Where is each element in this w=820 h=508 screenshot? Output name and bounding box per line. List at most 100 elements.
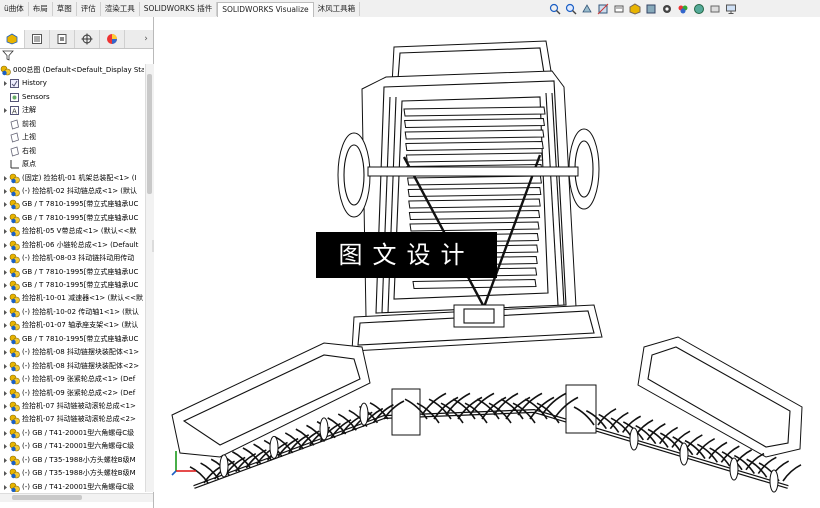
expand-arrow-icon[interactable] xyxy=(2,198,8,211)
display-manager-icon[interactable] xyxy=(100,30,125,48)
part-icon xyxy=(9,468,20,479)
configuration-manager-icon[interactable] xyxy=(50,30,75,48)
expand-arrow-icon[interactable] xyxy=(2,346,8,359)
expand-arrow-icon[interactable] xyxy=(2,454,8,467)
hide-show-icon[interactable] xyxy=(660,2,673,15)
expand-arrow-icon[interactable] xyxy=(2,172,8,185)
tab-2[interactable]: 草图 xyxy=(53,2,77,16)
tree-item-label: 捡拾机-05 V带总成<1> (默认<<默 xyxy=(22,227,137,236)
tab-6[interactable]: SOLIDWORKS Visualize xyxy=(217,2,314,17)
tab-4[interactable]: 渲染工具 xyxy=(101,2,140,16)
tree-item[interactable]: 捡拾机-10-01 减速器<1> (默认<<默 xyxy=(0,292,144,305)
tree-item[interactable]: Sensors xyxy=(0,91,144,104)
tree-item[interactable]: 000总图 (Default<Default_Display Sta xyxy=(0,64,144,77)
expand-arrow-icon[interactable] xyxy=(2,306,8,319)
assembly-icon xyxy=(9,280,20,291)
tree-item[interactable]: 前视 xyxy=(0,118,144,131)
filter-icon[interactable] xyxy=(2,50,14,61)
expand-arrow-icon[interactable] xyxy=(2,279,8,292)
expand-arrow-icon[interactable] xyxy=(2,212,8,225)
tree-item[interactable]: (-) GB / T41-20001型六角螺母C级 xyxy=(0,427,144,440)
part-icon xyxy=(9,441,20,452)
expand-arrow-icon[interactable] xyxy=(2,77,8,90)
expand-arrow-icon[interactable] xyxy=(2,239,8,252)
tree-item[interactable]: (-) GB / T41-20001型六角螺母C级 xyxy=(0,481,144,492)
expand-arrow-icon[interactable] xyxy=(2,467,8,480)
tree-item[interactable]: (固定) 捡拾机-01 机架总装配<1> (I xyxy=(0,172,144,185)
tree-item[interactable]: (-) GB / T35-1988小方头螺栓B级M xyxy=(0,454,144,467)
section-view-icon[interactable] xyxy=(596,2,609,15)
feature-manager-panel: › 000总图 (Default<Default_Display Sta Hist… xyxy=(0,17,154,508)
plane-icon xyxy=(9,132,20,143)
tree-item[interactable]: 捡拾机-05 V带总成<1> (默认<<默 xyxy=(0,225,144,238)
tree-item[interactable]: (-) 捡拾机-09 张紧轮总成<1> (Def xyxy=(0,373,144,386)
tree-item[interactable]: 捡拾机-07 抖动链被动滚轮总成<2> xyxy=(0,413,144,426)
dimxpert-icon[interactable] xyxy=(75,30,100,48)
tree-item[interactable]: (-) 捡拾机-08-03 抖动链抖动用传动 xyxy=(0,252,144,265)
scroll-thumb[interactable] xyxy=(12,495,82,500)
tree-item[interactable]: 捡拾机-06 小链轮总成<1> (Default xyxy=(0,239,144,252)
tree-item[interactable]: GB / T 7810-1995[带立式座轴承UC xyxy=(0,279,144,292)
tab-3[interactable]: 评估 xyxy=(77,2,101,16)
command-tabs: ü曲体 布局 草图 评估 渲染工具 SOLIDWORKS 插件 SOLIDWORKS Vis… xyxy=(0,2,361,17)
tree-item[interactable]: (-) 捡拾机-08 抖动链摆块装配体<2> xyxy=(0,360,144,373)
tree-item[interactable]: GB / T 7810-1995[带立式座轴承UC xyxy=(0,212,144,225)
tree-item[interactable]: A 注解 xyxy=(0,104,144,117)
expand-arrow-icon[interactable] xyxy=(2,360,8,373)
scroll-thumb[interactable] xyxy=(147,74,152,194)
expand-arrow-icon[interactable] xyxy=(2,225,8,238)
previous-view-icon[interactable] xyxy=(580,2,593,15)
view-settings-icon[interactable] xyxy=(708,2,721,15)
tree-item[interactable]: History xyxy=(0,77,144,90)
tree-item[interactable]: (-) 捡拾机-02 抖动链总成<1> (默认 xyxy=(0,185,144,198)
expand-arrow-icon[interactable] xyxy=(2,400,8,413)
tree-item[interactable]: GB / T 7810-1995[带立式座轴承UC xyxy=(0,198,144,211)
expand-arrow-icon[interactable] xyxy=(2,185,8,198)
expand-arrow-icon[interactable] xyxy=(2,266,8,279)
tree-item[interactable]: (-) 捡拾机-09 张紧轮总成<2> (Def xyxy=(0,387,144,400)
expand-arrow-icon[interactable] xyxy=(2,104,8,117)
scene-icon[interactable] xyxy=(692,2,705,15)
view-orientation-icon[interactable] xyxy=(628,2,641,15)
zoom-area-icon[interactable] xyxy=(564,2,577,15)
tree-item[interactable]: 捡拾机-01-07 轴承座支架<1> (默认 xyxy=(0,319,144,332)
dynamic-annotation-icon[interactable] xyxy=(612,2,625,15)
tab-1[interactable]: 布局 xyxy=(29,2,53,16)
chevron-right-icon[interactable]: › xyxy=(139,30,153,48)
expand-arrow-icon[interactable] xyxy=(2,440,8,453)
tree-item[interactable]: 上视 xyxy=(0,131,144,144)
tree-item[interactable]: GB / T 7810-1995[带立式座轴承UC xyxy=(0,333,144,346)
tab-0[interactable]: ü曲体 xyxy=(0,2,29,16)
expand-arrow-icon[interactable] xyxy=(2,373,8,386)
expand-arrow-icon[interactable] xyxy=(2,413,8,426)
tree-horizontal-scrollbar[interactable] xyxy=(0,493,153,502)
expand-arrow-icon[interactable] xyxy=(2,427,8,440)
zoom-to-fit-icon[interactable] xyxy=(548,2,561,15)
tab-7[interactable]: 沐风工具箱 xyxy=(314,2,361,16)
tree-vertical-scrollbar[interactable] xyxy=(145,64,154,492)
expand-arrow-icon[interactable] xyxy=(2,292,8,305)
tab-5[interactable]: SOLIDWORKS 插件 xyxy=(140,2,218,16)
expand-arrow-icon[interactable] xyxy=(2,481,8,492)
property-manager-icon[interactable] xyxy=(25,30,50,48)
tree-item[interactable]: 右视 xyxy=(0,145,144,158)
assembly-icon xyxy=(9,267,20,278)
graphics-viewport[interactable]: 图文设计 xyxy=(154,17,820,508)
monitor-icon[interactable] xyxy=(724,2,737,15)
assembly-icon xyxy=(9,347,20,358)
edit-appearance-icon[interactable] xyxy=(676,2,689,15)
feature-manager-icon[interactable] xyxy=(0,30,25,48)
expand-arrow-icon[interactable] xyxy=(2,252,8,265)
tree-item[interactable]: GB / T 7810-1995[带立式座轴承UC xyxy=(0,266,144,279)
tree-item[interactable]: (-) GB / T41-20001型六角螺母C级 xyxy=(0,440,144,453)
expand-arrow-icon[interactable] xyxy=(2,319,8,332)
expand-arrow-icon[interactable] xyxy=(2,387,8,400)
display-style-icon[interactable] xyxy=(644,2,657,15)
tree-item-label: (-) GB / T41-20001型六角螺母C级 xyxy=(22,428,135,437)
tree-item[interactable]: (-) 捡拾机-10-02 传动轴1<1> (默认 xyxy=(0,306,144,319)
tree-item[interactable]: 捡拾机-07 抖动链被动滚轮总成<1> xyxy=(0,400,144,413)
tree-item[interactable]: (-) GB / T35-1988小方头螺栓B级M xyxy=(0,467,144,480)
expand-arrow-icon[interactable] xyxy=(2,333,8,346)
tree-item[interactable]: 原点 xyxy=(0,158,144,171)
tree-item[interactable]: (-) 捡拾机-08 抖动链摆块装配体<1> xyxy=(0,346,144,359)
